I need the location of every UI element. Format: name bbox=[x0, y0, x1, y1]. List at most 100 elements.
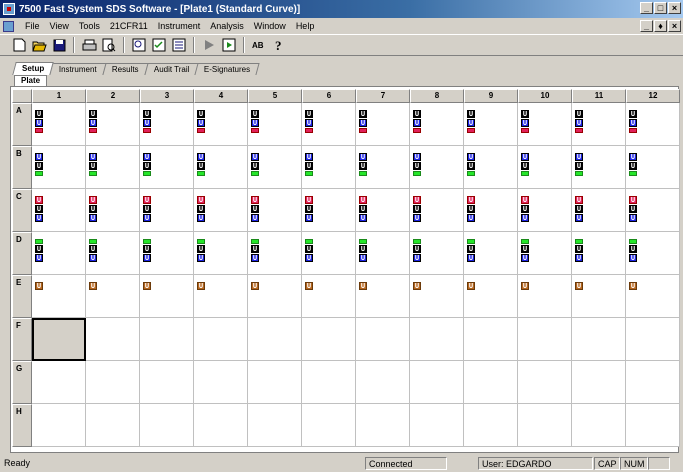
well-A8[interactable]: UU bbox=[410, 103, 464, 146]
well-B10[interactable]: UU bbox=[518, 146, 572, 189]
play-icon[interactable] bbox=[200, 36, 218, 54]
row-header[interactable]: E bbox=[12, 275, 32, 318]
row-header[interactable]: F bbox=[12, 318, 32, 361]
well-F8[interactable] bbox=[410, 318, 464, 361]
menu-view[interactable]: View bbox=[45, 21, 74, 31]
well-H3[interactable] bbox=[140, 404, 194, 447]
well-E2[interactable]: U bbox=[86, 275, 140, 318]
column-header[interactable]: 6 bbox=[302, 89, 356, 103]
menu-21cfr11[interactable]: 21CFR11 bbox=[105, 21, 153, 31]
well-B1[interactable]: UU bbox=[32, 146, 86, 189]
well-B9[interactable]: UU bbox=[464, 146, 518, 189]
well-C11[interactable]: UUU bbox=[572, 189, 626, 232]
well-A9[interactable]: UU bbox=[464, 103, 518, 146]
well-C4[interactable]: UUU bbox=[194, 189, 248, 232]
well-F1[interactable] bbox=[32, 318, 86, 361]
well-G2[interactable] bbox=[86, 361, 140, 404]
row-header[interactable]: G bbox=[12, 361, 32, 404]
well-H9[interactable] bbox=[464, 404, 518, 447]
tab-instrument[interactable]: Instrument bbox=[49, 63, 107, 75]
column-header[interactable]: 1 bbox=[32, 89, 86, 103]
well-G11[interactable] bbox=[572, 361, 626, 404]
row-header[interactable]: A bbox=[12, 103, 32, 146]
well-E1[interactable]: U bbox=[32, 275, 86, 318]
menu-help[interactable]: Help bbox=[291, 21, 320, 31]
well-B2[interactable]: UU bbox=[86, 146, 140, 189]
well-B4[interactable]: UU bbox=[194, 146, 248, 189]
close-button[interactable]: × bbox=[668, 2, 681, 14]
well-H2[interactable] bbox=[86, 404, 140, 447]
well-D11[interactable]: UU bbox=[572, 232, 626, 275]
mdi-minimize-button[interactable]: _ bbox=[640, 20, 653, 32]
well-D3[interactable]: UU bbox=[140, 232, 194, 275]
well-B3[interactable]: UU bbox=[140, 146, 194, 189]
subtab-plate[interactable]: Plate bbox=[14, 75, 48, 86]
well-G8[interactable] bbox=[410, 361, 464, 404]
well-C12[interactable]: UUU bbox=[626, 189, 680, 232]
well-G4[interactable] bbox=[194, 361, 248, 404]
well-C1[interactable]: UUU bbox=[32, 189, 86, 232]
well-D1[interactable]: UU bbox=[32, 232, 86, 275]
well-F6[interactable] bbox=[302, 318, 356, 361]
checklist-icon[interactable] bbox=[150, 36, 168, 54]
well-E9[interactable]: U bbox=[464, 275, 518, 318]
column-header[interactable]: 9 bbox=[464, 89, 518, 103]
maximize-button[interactable]: □ bbox=[654, 2, 667, 14]
menu-file[interactable]: File bbox=[20, 21, 45, 31]
form-icon[interactable] bbox=[170, 36, 188, 54]
column-header[interactable]: 10 bbox=[518, 89, 572, 103]
well-A3[interactable]: UU bbox=[140, 103, 194, 146]
well-H10[interactable] bbox=[518, 404, 572, 447]
mdi-close-button[interactable]: × bbox=[668, 20, 681, 32]
well-H4[interactable] bbox=[194, 404, 248, 447]
well-F11[interactable] bbox=[572, 318, 626, 361]
help-icon[interactable]: ? bbox=[270, 36, 288, 54]
well-A7[interactable]: UU bbox=[356, 103, 410, 146]
well-B5[interactable]: UU bbox=[248, 146, 302, 189]
tab-audit-trail[interactable]: Audit Trail bbox=[144, 63, 199, 75]
well-A12[interactable]: UU bbox=[626, 103, 680, 146]
well-B11[interactable]: UU bbox=[572, 146, 626, 189]
document-icon[interactable] bbox=[3, 20, 14, 32]
well-G5[interactable] bbox=[248, 361, 302, 404]
well-D8[interactable]: UU bbox=[410, 232, 464, 275]
well-H5[interactable] bbox=[248, 404, 302, 447]
well-A11[interactable]: UU bbox=[572, 103, 626, 146]
row-header[interactable]: C bbox=[12, 189, 32, 232]
well-C9[interactable]: UUU bbox=[464, 189, 518, 232]
well-F3[interactable] bbox=[140, 318, 194, 361]
well-G3[interactable] bbox=[140, 361, 194, 404]
column-header[interactable]: 7 bbox=[356, 89, 410, 103]
well-F10[interactable] bbox=[518, 318, 572, 361]
well-D7[interactable]: UU bbox=[356, 232, 410, 275]
menu-instrument[interactable]: Instrument bbox=[153, 21, 206, 31]
tab-results[interactable]: Results bbox=[102, 63, 149, 75]
well-B6[interactable]: UU bbox=[302, 146, 356, 189]
row-header[interactable]: B bbox=[12, 146, 32, 189]
well-B8[interactable]: UU bbox=[410, 146, 464, 189]
row-header[interactable]: H bbox=[12, 404, 32, 447]
app-icon[interactable] bbox=[3, 3, 15, 15]
well-G10[interactable] bbox=[518, 361, 572, 404]
well-B12[interactable]: UU bbox=[626, 146, 680, 189]
mdi-restore-button[interactable]: ♦ bbox=[654, 20, 667, 32]
well-C6[interactable]: UUU bbox=[302, 189, 356, 232]
well-D5[interactable]: UU bbox=[248, 232, 302, 275]
well-D9[interactable]: UU bbox=[464, 232, 518, 275]
well-D6[interactable]: UU bbox=[302, 232, 356, 275]
well-E6[interactable]: U bbox=[302, 275, 356, 318]
well-G9[interactable] bbox=[464, 361, 518, 404]
column-header[interactable]: 2 bbox=[86, 89, 140, 103]
zoom-icon[interactable] bbox=[130, 36, 148, 54]
well-A4[interactable]: UU bbox=[194, 103, 248, 146]
menu-window[interactable]: Window bbox=[249, 21, 291, 31]
well-G6[interactable] bbox=[302, 361, 356, 404]
well-D4[interactable]: UU bbox=[194, 232, 248, 275]
well-D10[interactable]: UU bbox=[518, 232, 572, 275]
column-header[interactable]: 11 bbox=[572, 89, 626, 103]
minimize-button[interactable]: _ bbox=[640, 2, 653, 14]
well-E8[interactable]: U bbox=[410, 275, 464, 318]
new-icon[interactable] bbox=[10, 36, 28, 54]
well-A10[interactable]: UU bbox=[518, 103, 572, 146]
well-G7[interactable] bbox=[356, 361, 410, 404]
